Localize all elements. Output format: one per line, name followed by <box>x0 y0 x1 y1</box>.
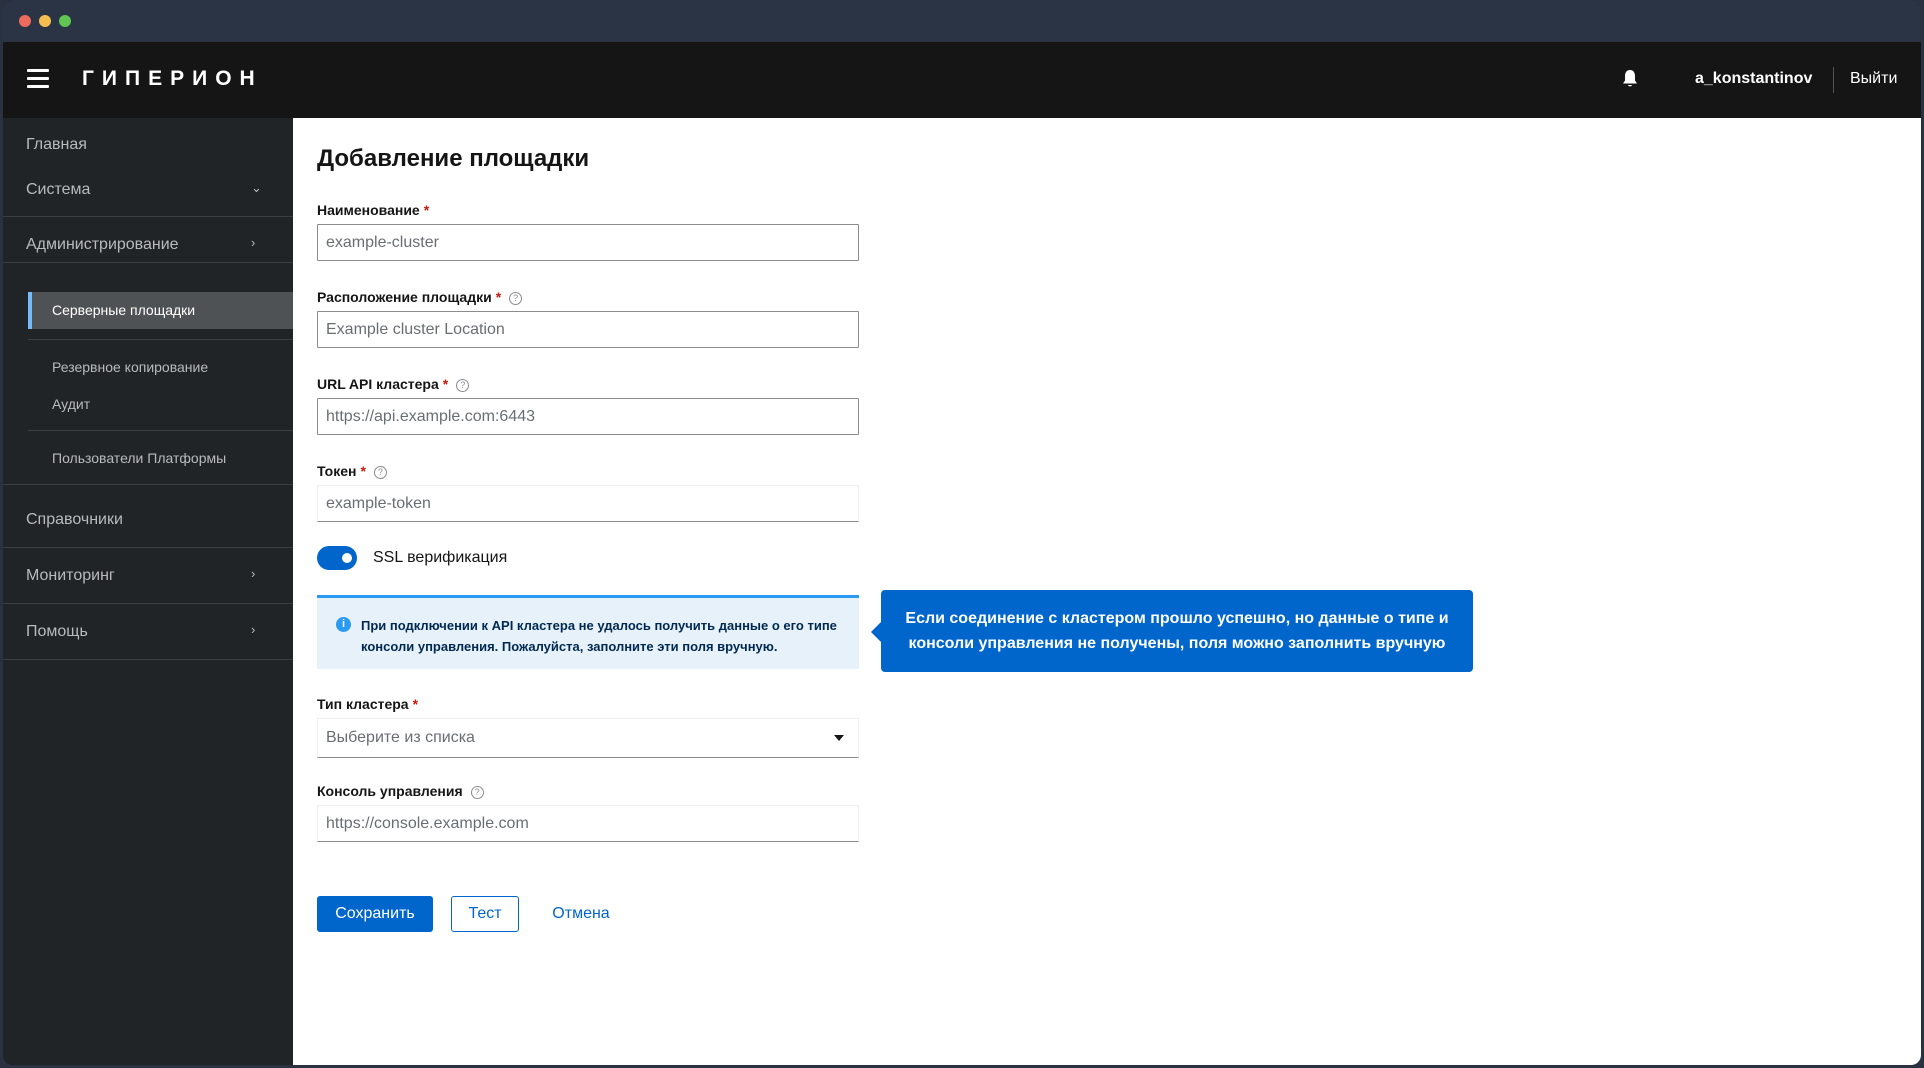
sidebar-item-label: Мониторинг <box>26 567 115 584</box>
console-url-input[interactable] <box>317 805 859 842</box>
sidebar-subitem-label: Пользователи Платформы <box>52 450 227 466</box>
sidebar-item-system[interactable]: Система ⌄ <box>3 163 293 219</box>
chevron-right-icon: › <box>251 566 256 581</box>
app-window: ГИПЕРИОН a_konstantinov Выйти Главная Си… <box>3 0 1921 1065</box>
required-mark: * <box>442 376 449 392</box>
select-value: Выберите из списка <box>326 729 475 746</box>
sidebar-divider <box>3 603 293 604</box>
token-input[interactable] <box>317 485 859 522</box>
chevron-right-icon: › <box>251 622 256 637</box>
sidebar-item-label: Система <box>26 181 91 198</box>
sidebar-divider <box>3 547 293 548</box>
callout-text: Если соединение с кластером прошло успеш… <box>905 610 1449 652</box>
sidebar-subitem-backup[interactable]: Резервное копирование <box>28 353 293 383</box>
caret-down-icon <box>834 735 844 741</box>
masthead-divider <box>1833 67 1834 93</box>
help-icon[interactable]: ? <box>373 466 387 479</box>
sidebar-divider <box>28 339 293 340</box>
window-titlebar <box>3 0 1921 42</box>
chevron-right-icon: › <box>251 235 256 250</box>
sidebar-subitem-label: Аудит <box>52 396 91 412</box>
masthead: ГИПЕРИОН a_konstantinov Выйти <box>3 42 1921 118</box>
chevron-down-icon: ⌄ <box>251 180 262 195</box>
brand-logo: ГИПЕРИОН <box>82 67 263 90</box>
username-label[interactable]: a_konstantinov <box>1695 70 1812 88</box>
api-url-input[interactable] <box>317 398 859 435</box>
required-mark: * <box>423 202 430 218</box>
help-icon[interactable]: ? <box>470 786 484 799</box>
token-label: Токен *? <box>317 463 387 479</box>
maximize-window-button[interactable] <box>59 15 71 27</box>
cluster-type-label: Тип кластера * <box>317 696 419 712</box>
cancel-button[interactable]: Отмена <box>531 896 631 932</box>
help-icon[interactable]: ? <box>509 292 523 305</box>
sidebar-divider <box>28 430 293 431</box>
sidebar-subitem-server-sites[interactable]: Серверные площадки <box>28 292 293 329</box>
sidebar-subitem-platform-users[interactable]: Пользователи Платформы <box>28 444 293 474</box>
cluster-type-select[interactable]: Выберите из списка <box>317 718 859 758</box>
info-icon: i <box>336 617 351 632</box>
test-button[interactable]: Тест <box>451 896 519 932</box>
sidebar-item-label: Справочники <box>26 511 123 528</box>
sidebar-item-label: Главная <box>26 136 87 153</box>
sidebar-item-label: Администрирование <box>26 236 179 253</box>
sidebar-item-monitoring[interactable]: Мониторинг › <box>3 549 293 605</box>
sidebar-item-administration[interactable]: Администрирование › <box>3 218 293 274</box>
name-input[interactable] <box>317 224 859 261</box>
sidebar-divider <box>3 216 293 217</box>
location-input[interactable] <box>317 311 859 348</box>
console-label: Консоль управления? <box>317 783 484 799</box>
info-alert: i При подключении к API кластера не удал… <box>317 595 859 669</box>
sidebar-subitem-audit[interactable]: Аудит <box>28 390 293 420</box>
minimize-window-button[interactable] <box>39 15 51 27</box>
tooltip-callout: Если соединение с кластером прошло успеш… <box>871 590 1473 672</box>
alert-text: При подключении к API кластера не удалос… <box>361 618 837 654</box>
sidebar-item-help[interactable]: Помощь › <box>3 605 293 661</box>
sidebar-divider <box>3 262 293 263</box>
sidebar: Главная Система ⌄ Администрирование › Се… <box>3 118 293 1065</box>
help-icon[interactable]: ? <box>456 379 470 392</box>
required-mark: * <box>360 463 366 479</box>
name-label: Наименование * <box>317 202 430 218</box>
sidebar-divider <box>3 484 293 485</box>
url-label: URL API кластера *? <box>317 376 470 392</box>
bell-icon[interactable] <box>1621 69 1639 89</box>
main-content: Добавление площадки Наименование* Распол… <box>293 118 1921 1065</box>
ssl-toggle[interactable] <box>317 546 357 570</box>
page-title: Добавление площадки <box>317 145 590 172</box>
ssl-toggle-label: SSL верификация <box>373 549 508 566</box>
sidebar-divider <box>3 659 293 660</box>
required-mark: * <box>412 696 419 712</box>
required-mark: * <box>495 289 502 305</box>
save-button[interactable]: Сохранить <box>317 896 433 932</box>
sidebar-item-directories[interactable]: Справочники <box>3 493 293 549</box>
toggle-knob <box>342 553 352 563</box>
sidebar-subitem-label: Серверные площадки <box>52 302 196 318</box>
sidebar-subitem-label: Резервное копирование <box>52 359 209 375</box>
location-label: Расположение площадки *? <box>317 289 523 305</box>
hamburger-menu-icon[interactable] <box>27 69 49 89</box>
close-window-button[interactable] <box>19 15 31 27</box>
logout-button[interactable]: Выйти <box>1850 70 1897 88</box>
sidebar-item-label: Помощь <box>26 623 88 640</box>
